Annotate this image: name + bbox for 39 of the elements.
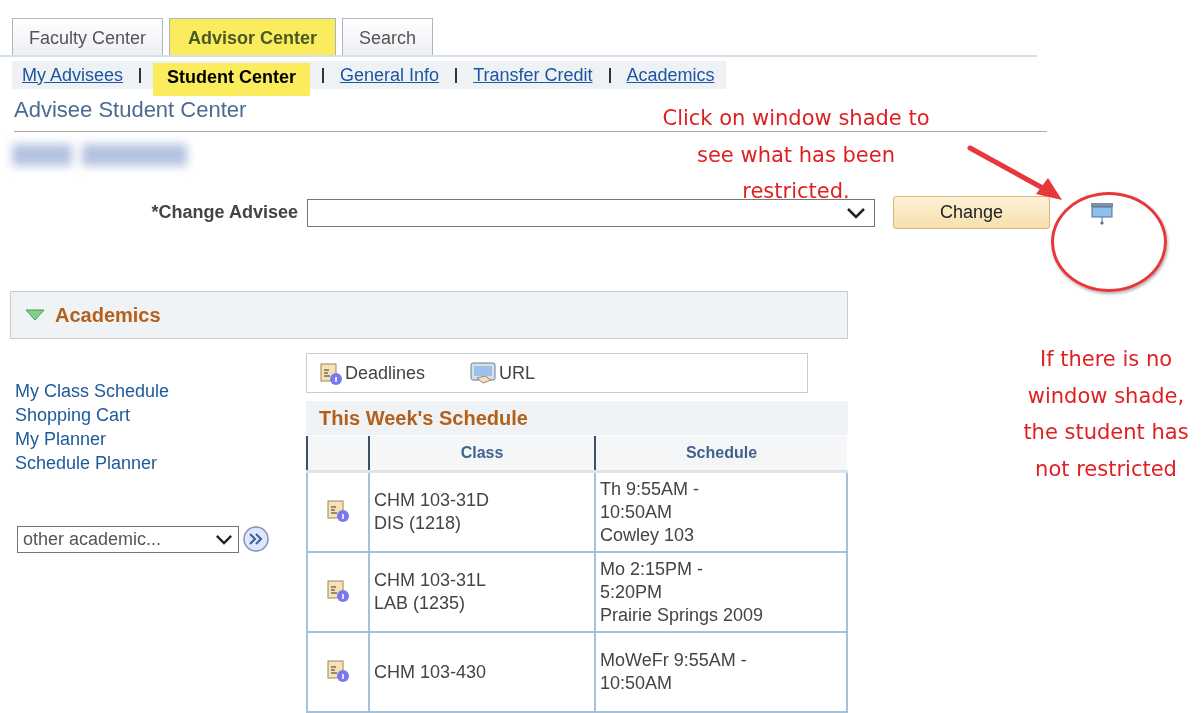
annotation-note: If there is no window shade, the student has not restricted	[1022, 346, 1190, 483]
section-title: Academics	[55, 303, 161, 327]
change-button[interactable]: Change	[893, 196, 1050, 229]
calendar-info-icon[interactable]	[326, 657, 350, 682]
sub-nav-link[interactable]: Student Center	[153, 62, 311, 96]
column-header: Schedule	[595, 436, 847, 472]
monitor-icon	[469, 361, 498, 385]
nav-tab[interactable]: Faculty Center	[12, 18, 164, 55]
table-cell: Th 9:55AM - 10:50AM Cowley 103	[595, 471, 847, 552]
calendar-info-icon	[319, 361, 343, 385]
advisee-dropdown[interactable]	[307, 198, 875, 227]
nav-tab[interactable]: Advisor Center	[169, 18, 337, 55]
toolbar-link[interactable]: Deadlines	[319, 361, 426, 385]
table-cell: CHM 103-430	[369, 632, 595, 712]
toolbar-link[interactable]: URL	[469, 361, 536, 385]
table-cell: CHM 103-31L LAB (1235)	[369, 552, 595, 632]
table-cell: CHM 103-31D DIS (1218)	[369, 471, 595, 552]
academics-link[interactable]: Schedule Planner	[15, 451, 306, 475]
academics-link[interactable]: My Planner	[15, 427, 306, 451]
column-header: Class	[369, 436, 595, 472]
sub-nav-link[interactable]: Academics	[622, 64, 719, 86]
nav-tab[interactable]: Search	[342, 18, 434, 55]
section-header[interactable]: Academics	[10, 291, 848, 339]
schedule-title: This Week's Schedule	[319, 406, 528, 430]
page-title: Advisee Student Center	[14, 97, 247, 123]
sub-nav-link[interactable]: Transfer Credit	[469, 64, 597, 86]
sub-nav-link[interactable]: My Advisees	[18, 64, 128, 86]
academics-link[interactable]: My Class Schedule	[15, 379, 306, 403]
calendar-info-icon[interactable]	[326, 577, 350, 602]
table-cell: Mo 2:15PM - 5:20PM Prairie Springs 2009	[595, 552, 847, 632]
table-cell: MoWeFr 9:55AM - 10:50AM	[595, 632, 847, 712]
other-academic-dropdown[interactable]: other academic...	[17, 525, 239, 553]
field-label: *Change Advisee	[150, 202, 298, 223]
go-button[interactable]	[242, 525, 270, 553]
chevron-down-icon	[846, 206, 866, 219]
chevron-down-icon	[215, 533, 233, 545]
academics-link[interactable]: Shopping Cart	[15, 403, 306, 427]
calendar-info-icon[interactable]	[326, 497, 350, 522]
sub-nav-link[interactable]: General Info	[336, 64, 444, 86]
